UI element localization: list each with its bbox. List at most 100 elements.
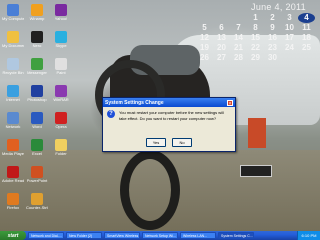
app-icon	[55, 112, 67, 124]
desktop-icon-label: Winamp	[29, 16, 45, 21]
system-tray-clock[interactable]: 6:10 PM	[297, 231, 320, 240]
desktop[interactable]: June 4, 2011 1 2 3 4 5 6 7 8 9 10 11 12 13 14 15 16 17 18…	[0, 0, 320, 231]
dialog-message: You must restart your computer before th…	[119, 110, 224, 121]
desktop-icon-label: My Computer	[2, 16, 24, 21]
app-icon	[7, 58, 19, 70]
desktop-icon[interactable]: Adobe Reader	[2, 166, 24, 183]
desktop-icon[interactable]: Firefox	[2, 193, 24, 210]
desktop-icon[interactable]: Network	[2, 112, 24, 129]
dialog-titlebar[interactable]: System Settings Change ×	[103, 98, 235, 107]
calendar-day: 6	[219, 23, 224, 32]
desktop-icon[interactable]: Photoshop	[26, 85, 48, 102]
desktop-icon[interactable]: PowerPoint	[26, 166, 48, 183]
calendar-title: June 4, 2011	[251, 2, 306, 12]
desktop-icon[interactable]: Paint	[50, 58, 72, 75]
desktop-icon-label: Paint	[56, 70, 66, 75]
desktop-icon[interactable]: My Computer	[2, 4, 24, 21]
app-icon	[31, 58, 43, 70]
desktop-icon[interactable]: WinRAR	[50, 85, 72, 102]
dialog-title: System Settings Change	[105, 99, 164, 106]
yes-button[interactable]: Yes	[146, 138, 166, 147]
calendar-day: 1	[253, 13, 258, 22]
desktop-icon-label: Excel	[32, 151, 42, 156]
desktop-icon[interactable]: Nero	[26, 31, 48, 48]
app-icon	[7, 193, 19, 205]
calendar-day: 22	[251, 43, 260, 52]
desktop-icon-label: Photoshop	[27, 97, 47, 102]
desktop-icon[interactable]: Media Player	[2, 139, 24, 156]
calendar-empty-cell	[230, 13, 247, 23]
app-icon	[7, 31, 19, 43]
desktop-icon-label: Yahoo!	[54, 16, 68, 21]
app-icon	[55, 4, 67, 16]
question-icon: ?	[107, 110, 115, 118]
desktop-icon[interactable]: Skype	[50, 31, 72, 48]
dialog-body: ? You must restart your computer before …	[103, 107, 235, 122]
desktop-icon-label: Media Player	[2, 151, 24, 156]
desktop-icon-label: Word	[32, 124, 42, 129]
calendar-day: 2	[270, 13, 275, 22]
desktop-icon-label: Network	[5, 124, 21, 129]
desktop-icon[interactable]: Yahoo!	[50, 4, 72, 21]
no-button[interactable]: No	[172, 138, 192, 147]
dialog-buttons: Yes No	[103, 138, 235, 147]
desktop-icon[interactable]: Winamp	[26, 4, 48, 21]
app-icon	[55, 58, 67, 70]
calendar-day: 20	[217, 43, 226, 52]
close-icon[interactable]: ×	[227, 99, 233, 107]
app-icon	[31, 112, 43, 124]
desktop-icon-label: Messenger	[27, 70, 47, 75]
calendar-widget: June 4, 2011 1 2 3 4 5 6 7 8 9 10 11 12 13 14 15 16 17 18…	[196, 2, 318, 63]
app-icon	[55, 31, 67, 43]
desktop-icon[interactable]: Opera	[50, 112, 72, 129]
wallpaper-red-object	[248, 118, 266, 148]
taskbar-button[interactable]: SmartView Wireless	[104, 232, 140, 239]
desktop-icon[interactable]: Recycle Bin	[2, 58, 24, 75]
desktop-icon-label: WinRAR	[53, 97, 69, 102]
taskbar-button[interactable]: Wireless LAN...	[180, 232, 216, 239]
wallpaper-license-plate	[240, 165, 272, 177]
start-button[interactable]: start	[0, 231, 26, 240]
desktop-icon-label: Opera	[55, 124, 67, 129]
calendar-empty-cell	[196, 13, 213, 23]
calendar-day: 26	[200, 53, 209, 62]
app-icon	[31, 85, 43, 97]
system-settings-dialog: System Settings Change × ? You must rest…	[102, 97, 236, 152]
calendar-day: 5	[202, 23, 207, 32]
desktop-icon-label: Recycle Bin	[2, 70, 24, 75]
taskbar-button[interactable]: Network and Dial-...	[28, 232, 64, 239]
app-icon	[7, 4, 19, 16]
desktop-icon[interactable]: Excel	[26, 139, 48, 156]
calendar-day: 4	[298, 13, 315, 23]
desktop-icon[interactable]: My Documents	[2, 31, 24, 48]
desktop-icon[interactable]: Counter-Strike	[26, 193, 48, 210]
calendar-day: 30	[268, 53, 277, 62]
calendar-day: 21	[234, 43, 243, 52]
calendar-day: 10	[285, 23, 294, 32]
app-icon	[31, 166, 43, 178]
calendar-day: 11	[302, 23, 311, 32]
calendar-day: 29	[251, 53, 260, 62]
desktop-icon-label: Nero	[32, 43, 42, 48]
desktop-icon[interactable]: Folder	[50, 139, 72, 156]
calendar-day: 16	[268, 33, 277, 42]
taskbar-button[interactable]: Network Setup Wi...	[142, 232, 178, 239]
calendar-day: 25	[302, 43, 311, 52]
desktop-icon-label: Folder	[55, 151, 67, 156]
wallpaper-front-wheel	[120, 150, 180, 230]
desktop-icon[interactable]: Internet	[2, 85, 24, 102]
app-icon	[31, 139, 43, 151]
taskbar-button[interactable]: System Settings C...	[218, 232, 254, 239]
calendar-day: 3	[287, 13, 292, 22]
desktop-icon[interactable]: Messenger	[26, 58, 48, 75]
desktop-icon-label: Adobe Reader	[2, 178, 24, 183]
app-icon	[7, 112, 19, 124]
app-icon	[55, 85, 67, 97]
app-icon	[7, 139, 19, 151]
desktop-icon[interactable]: Word	[26, 112, 48, 129]
calendar-day: 8	[253, 23, 258, 32]
taskbar-button[interactable]: New Folder (2)	[66, 232, 102, 239]
calendar-day: 28	[234, 53, 243, 62]
desktop-icon-label: My Documents	[2, 43, 24, 48]
calendar-day: 19	[200, 43, 209, 52]
